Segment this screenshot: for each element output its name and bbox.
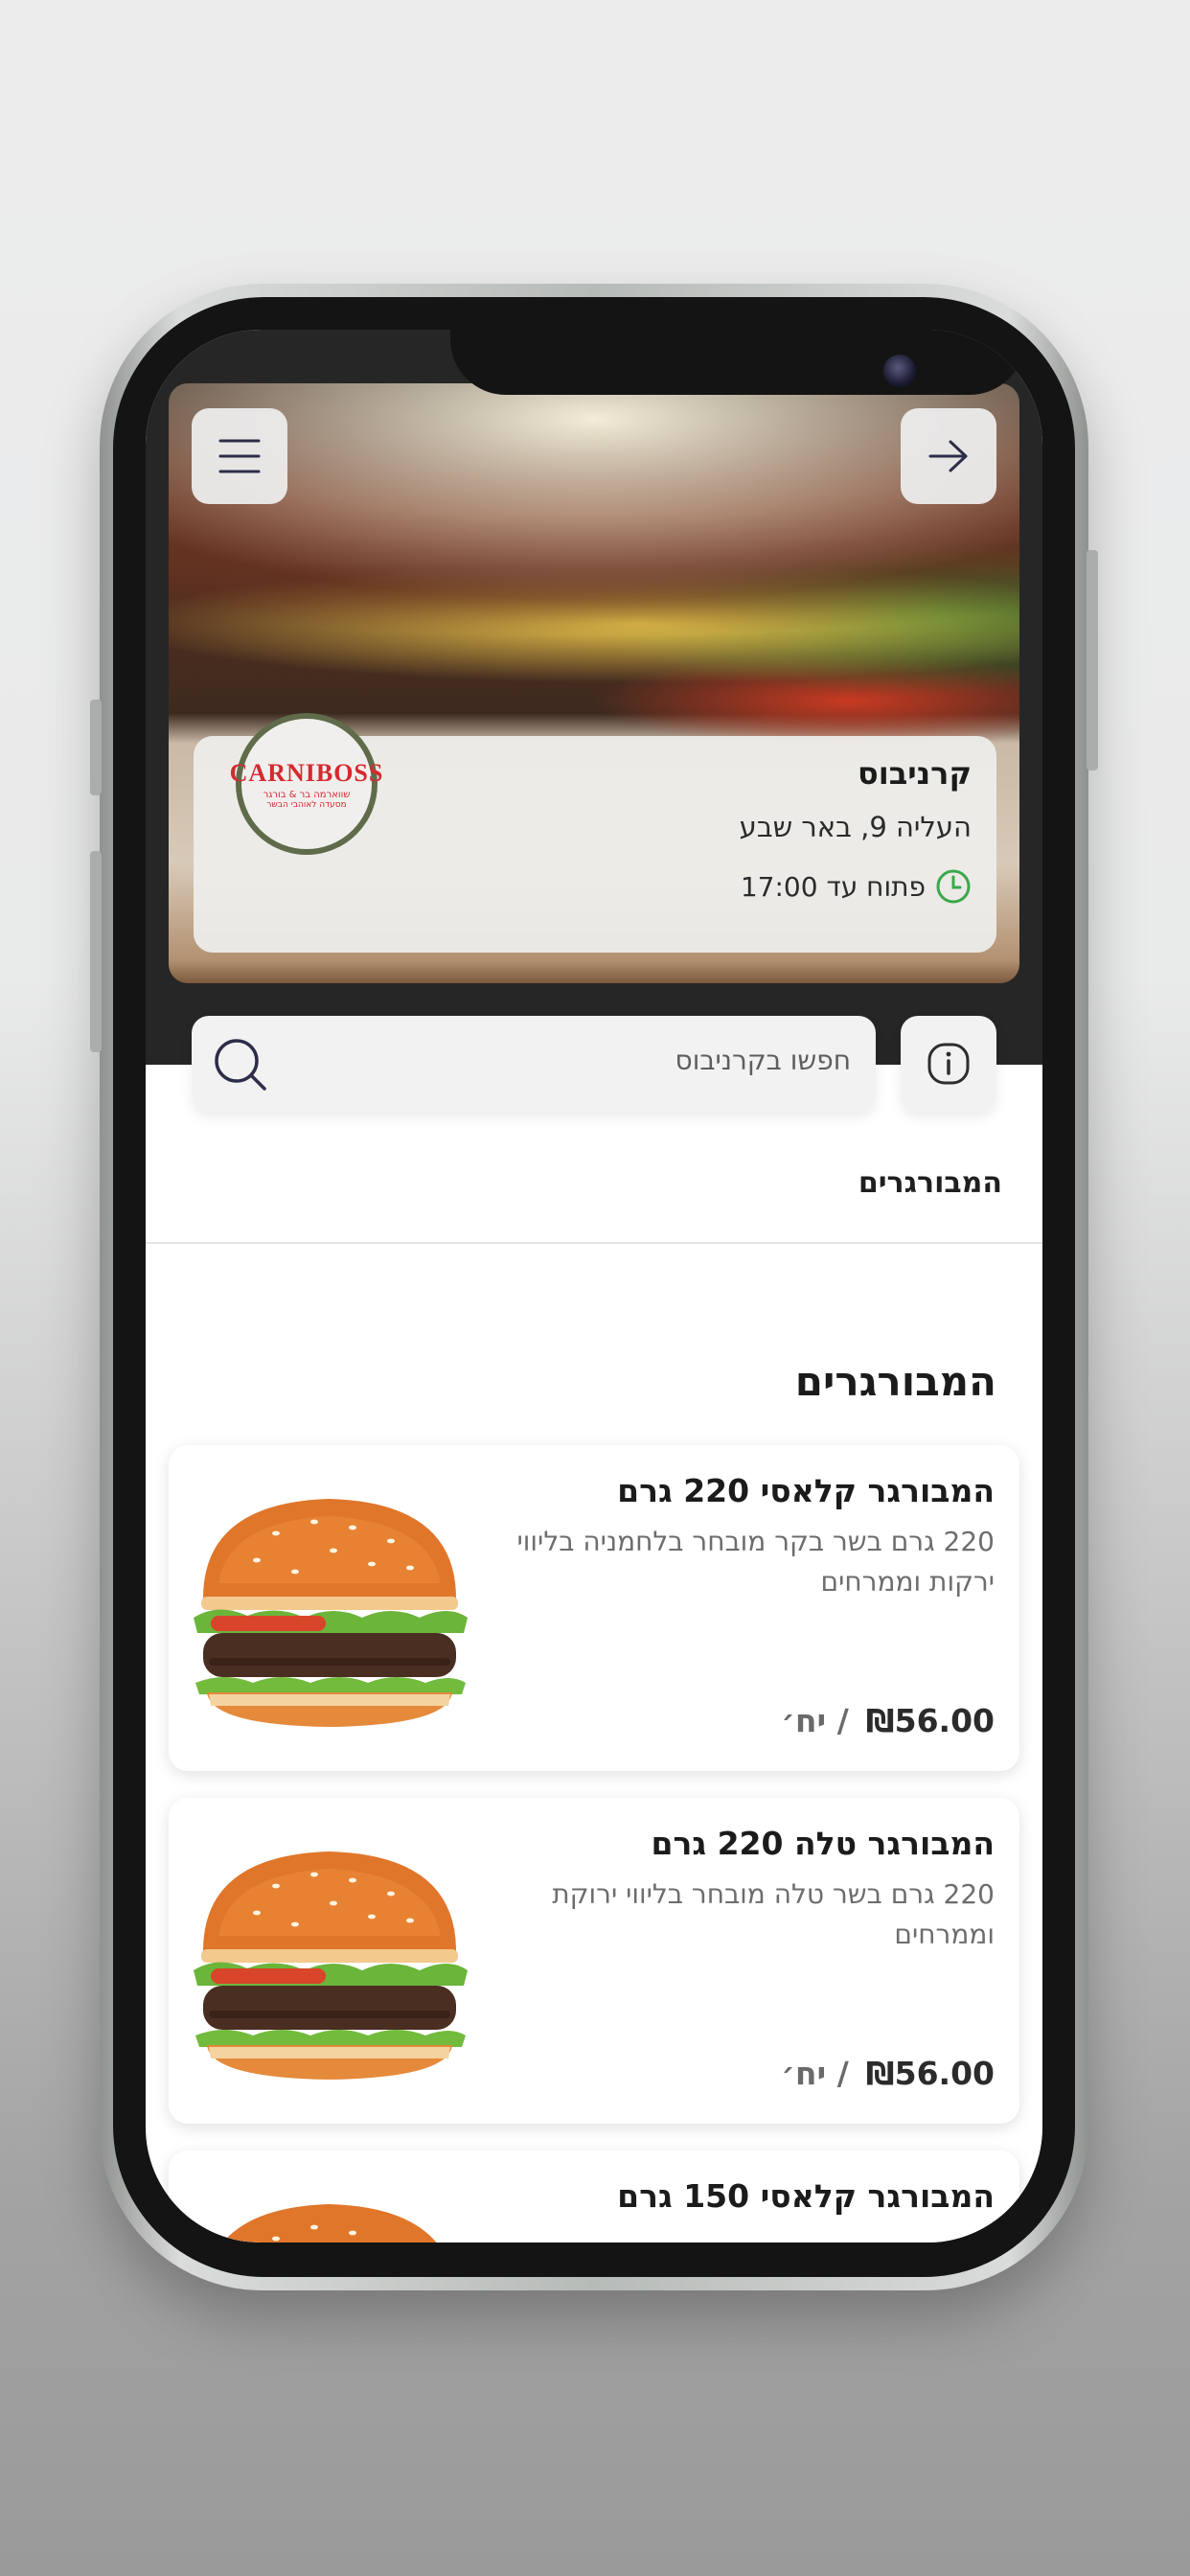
logo-tagline-2: מסעדה לאוהבי הבשר (266, 799, 347, 810)
back-button[interactable] (901, 408, 996, 504)
menu-item-description: 220 גרם בשר טלה מובחר בליווי ירוקת וממרח… (552, 1878, 995, 1950)
section-title: המבורגרים (794, 1358, 996, 1405)
burger-image (222, 2204, 437, 2242)
menu-item-description: 220 גרם בשר בקר מובחר בלחמניה בליווי ירק… (516, 1526, 995, 1598)
menu-item-card[interactable]: המבורגר קלאסי 220 גרם 220 גרם בשר בקר מו… (169, 1445, 1019, 1771)
burger-image (194, 1499, 468, 1727)
menu-item-card[interactable]: המבורגר טלה 220 גרם 220 גרם בשר טלה מובח… (169, 1798, 1019, 2124)
app-screen: קרניבוס העליה 9, באר שבע פתוח עד 17:00 C… (146, 330, 1042, 2242)
logo-wordmark: CARNIBOSS (229, 758, 384, 787)
opening-hours-text: פתוח עד 17:00 (740, 870, 926, 903)
menu-item-price: ₪56.00 (865, 1702, 995, 1739)
arrow-right-icon (928, 440, 968, 472)
opening-hours: פתוח עד 17:00 (741, 868, 972, 905)
power-button (1087, 550, 1098, 770)
hamburger-menu-icon (218, 439, 261, 473)
front-camera (883, 355, 916, 387)
menu-item-title: המבורגר קלאסי 220 גרם (617, 1472, 995, 1509)
menu-item-price-row: / יח׳ ₪56.00 (781, 1702, 995, 1739)
menu-item-unit: / יח׳ (781, 1702, 849, 1739)
category-tab-hamburgers[interactable]: המבורגרים (858, 1166, 1002, 1200)
menu-item-price: ₪56.00 (865, 2055, 995, 2092)
tabs-divider (146, 1242, 1042, 1244)
clock-icon (936, 869, 971, 904)
search-placeholder: חפשו בקרניבוס (675, 1045, 851, 1076)
info-button[interactable] (901, 1016, 996, 1112)
restaurant-hero-image: קרניבוס העליה 9, באר שבע פתוח עד 17:00 C… (169, 383, 1019, 983)
restaurant-name: קרניבוס (858, 755, 972, 792)
info-icon (927, 1043, 970, 1085)
burger-image (194, 1852, 468, 2080)
menu-item-price-row: / יח׳ ₪56.00 (781, 2055, 995, 2092)
camera-notch (450, 330, 1025, 395)
volume-down-button (90, 851, 102, 1052)
search-input[interactable]: חפשו בקרניבוס (192, 1016, 876, 1112)
search-icon (215, 1039, 266, 1091)
menu-item-card[interactable]: המבורגר קלאסי 150 גרם (169, 2150, 1019, 2242)
menu-button[interactable] (192, 408, 287, 504)
menu-item-unit: / יח׳ (781, 2055, 849, 2092)
menu-item-title: המבורגר טלה 220 גרם (651, 1825, 995, 1862)
restaurant-address: העליה 9, באר שבע (739, 811, 972, 843)
logo-tagline: שווארמה בר & בורגר (263, 789, 351, 800)
menu-item-title: המבורגר קלאסי 150 גרם (617, 2177, 995, 2215)
volume-up-button (90, 700, 102, 795)
restaurant-logo: CARNIBOSS שווארמה בר & בורגר מסעדה לאוהב… (230, 713, 382, 855)
